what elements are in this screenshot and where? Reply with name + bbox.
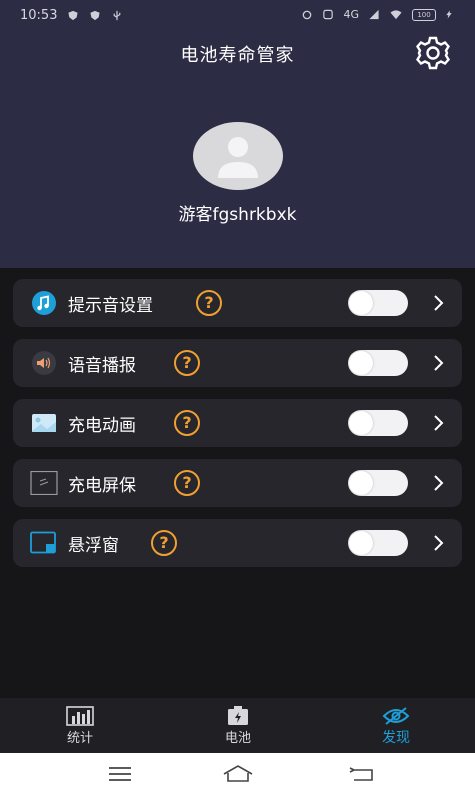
tab-label: 发现	[382, 730, 410, 746]
avatar[interactable]	[193, 122, 283, 190]
username: 游客fgshrkbxk	[178, 205, 297, 225]
header: 10:53 4G 100 电池寿命管家 游客fgshrkbxk	[0, 0, 475, 268]
toggle-knob	[349, 351, 373, 375]
app-title: 电池寿命管家	[180, 45, 295, 66]
back-icon[interactable]	[342, 763, 382, 785]
screensaver-icon	[30, 471, 58, 495]
network-type: 4G	[343, 8, 359, 21]
setting-label: 充电动画	[68, 416, 136, 436]
battery-icon	[228, 706, 248, 725]
usb-icon	[114, 10, 121, 21]
toggle-knob	[349, 291, 373, 315]
setting-row-voice-broadcast[interactable]: 语音播报 ?	[13, 339, 462, 387]
tab-statistics[interactable]: 统计	[30, 698, 130, 753]
toggle-knob	[349, 411, 373, 435]
setting-row-charge-screensaver[interactable]: 充电屏保 ?	[13, 459, 462, 507]
charge-screensaver-toggle[interactable]	[348, 470, 408, 496]
tab-label: 统计	[66, 731, 93, 746]
system-nav-bar	[0, 753, 475, 795]
chevron-right-icon[interactable]	[431, 293, 445, 313]
help-icon[interactable]: ?	[174, 350, 200, 376]
wifi-icon	[390, 10, 402, 20]
battery-level: 100	[412, 8, 436, 21]
help-icon[interactable]: ?	[174, 470, 200, 496]
setting-label: 悬浮窗	[68, 536, 119, 556]
toggle-knob	[349, 471, 373, 495]
bottom-tab-bar: 统计 电池 发现	[0, 698, 475, 753]
picture-icon	[32, 414, 56, 432]
chevron-right-icon[interactable]	[431, 353, 445, 373]
nfc-icon	[323, 9, 334, 20]
chevron-right-icon[interactable]	[431, 413, 445, 433]
status-time: 10:53	[20, 8, 58, 23]
voice-broadcast-toggle[interactable]	[348, 350, 408, 376]
help-icon[interactable]: ?	[151, 530, 177, 556]
alarm-icon	[303, 10, 312, 20]
help-icon[interactable]: ?	[196, 290, 222, 316]
status-bar: 10:53 4G 100	[0, 0, 475, 34]
floating-window-toggle[interactable]	[348, 530, 408, 556]
charge-animation-toggle[interactable]	[348, 410, 408, 436]
setting-row-floating-window[interactable]: 悬浮窗 ?	[13, 519, 462, 567]
alert-sound-toggle[interactable]	[348, 290, 408, 316]
menu-icon[interactable]	[100, 763, 140, 785]
tab-discover[interactable]: 发现	[346, 698, 446, 753]
tab-label: 电池	[224, 731, 251, 746]
setting-label: 语音播报	[68, 356, 136, 376]
user-avatar-icon	[218, 137, 258, 178]
bar-chart-icon	[66, 706, 94, 726]
floating-window-icon	[30, 531, 56, 554]
chevron-right-icon[interactable]	[431, 473, 445, 493]
setting-label: 提示音设置	[68, 296, 153, 316]
toggle-knob	[349, 531, 373, 555]
setting-row-charge-animation[interactable]: 充电动画 ?	[13, 399, 462, 447]
setting-label: 充电屏保	[68, 476, 136, 496]
shield-icon	[68, 10, 79, 21]
setting-row-alert-sound[interactable]: 提示音设置 ?	[13, 279, 462, 327]
tab-battery[interactable]: 电池	[188, 698, 288, 753]
gear-icon[interactable]	[415, 35, 451, 71]
shield-icon	[90, 10, 101, 21]
music-note-icon	[32, 291, 56, 315]
help-icon[interactable]: ?	[174, 410, 200, 436]
chevron-right-icon[interactable]	[431, 533, 445, 553]
speaker-icon	[32, 351, 56, 375]
charging-bolt-icon	[446, 10, 452, 19]
discover-eye-icon	[382, 707, 410, 725]
home-icon[interactable]	[218, 763, 258, 785]
signal-icon	[369, 9, 379, 20]
